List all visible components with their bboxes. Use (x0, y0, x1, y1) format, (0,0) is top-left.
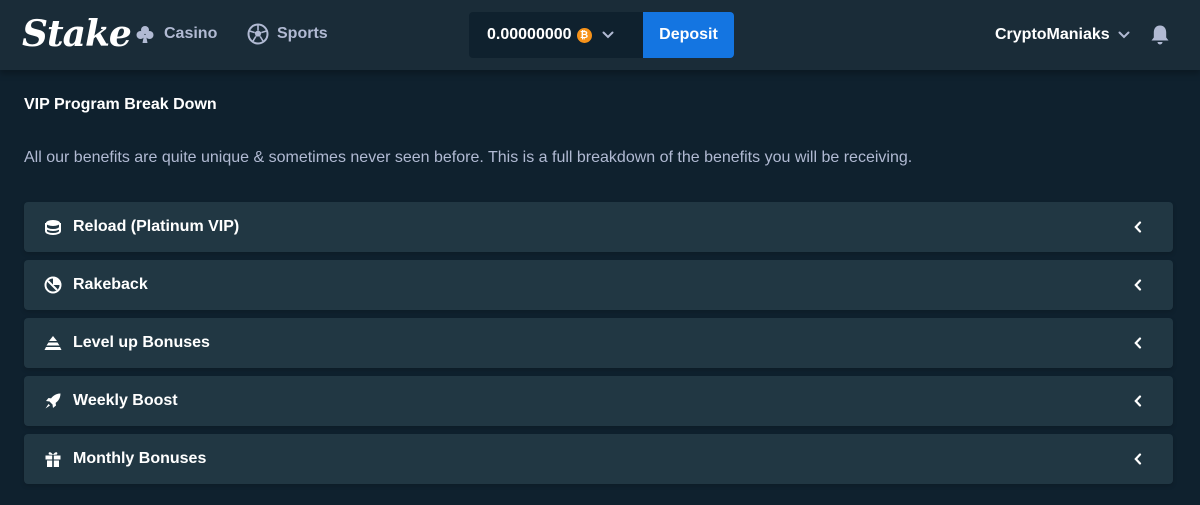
benefit-weekly-boost[interactable]: Weekly Boost (24, 376, 1173, 426)
chevron-left-icon (1133, 279, 1143, 291)
nav-casino-label: Casino (164, 25, 218, 42)
gift-icon (44, 450, 62, 468)
benefit-label: Reload (Platinum VIP) (73, 218, 240, 235)
chevron-down-icon (1118, 31, 1130, 39)
page-description: All our benefits are quite unique & some… (24, 149, 913, 166)
wallet-selector[interactable]: 0.00000000 ₿ (469, 12, 643, 58)
club-icon (134, 23, 156, 45)
stake-logo[interactable]: Stake (22, 10, 132, 58)
bell-icon[interactable] (1148, 22, 1172, 48)
page-title: VIP Program Break Down (24, 96, 217, 113)
benefit-rakeback[interactable]: Rakeback (24, 260, 1173, 310)
benefit-label: Weekly Boost (73, 392, 178, 409)
chevron-down-icon (602, 31, 614, 39)
top-header: Stake Casino Sports 0.00000000 ₿ Deposit… (0, 0, 1200, 70)
bitcoin-icon: ₿ (576, 27, 592, 43)
nav-sports[interactable]: Sports (247, 20, 328, 48)
deposit-button[interactable]: Deposit (643, 12, 734, 58)
level-up-icon (44, 334, 62, 352)
benefit-label: Rakeback (73, 276, 148, 293)
chevron-left-icon (1133, 395, 1143, 407)
benefit-level-up[interactable]: Level up Bonuses (24, 318, 1173, 368)
rocket-icon (44, 392, 62, 410)
benefits-accordion: Reload (Platinum VIP) Rakeback Level up … (24, 202, 1173, 492)
benefit-monthly-bonuses[interactable]: Monthly Bonuses (24, 434, 1173, 484)
rakeback-icon (44, 276, 62, 294)
benefit-label: Monthly Bonuses (73, 450, 207, 467)
reload-coins-icon (44, 218, 62, 236)
nav-sports-label: Sports (277, 25, 328, 42)
user-menu[interactable]: CryptoManiaks (995, 22, 1130, 48)
chevron-left-icon (1133, 221, 1143, 233)
benefit-label: Level up Bonuses (73, 334, 210, 351)
benefit-reload[interactable]: Reload (Platinum VIP) (24, 202, 1173, 252)
soccer-ball-icon (247, 23, 269, 45)
username: CryptoManiaks (995, 26, 1110, 43)
nav-casino[interactable]: Casino (134, 20, 217, 48)
chevron-left-icon (1133, 337, 1143, 349)
chevron-left-icon (1133, 453, 1143, 465)
wallet-balance: 0.00000000 (487, 26, 572, 43)
